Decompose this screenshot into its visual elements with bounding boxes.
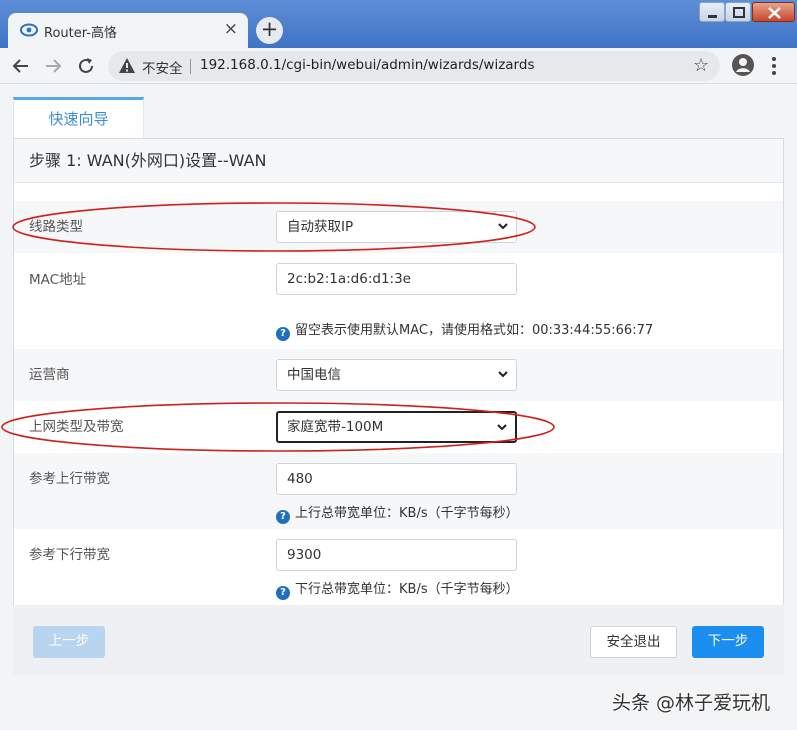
warning-icon	[119, 58, 135, 73]
isp-label: 运营商	[29, 367, 70, 383]
line-type-value: 自动获取IP	[287, 219, 354, 235]
watermark: 头条 @林子爱玩机	[612, 692, 771, 714]
star-icon[interactable]: ☆	[693, 55, 709, 76]
bandwidth-type-value: 家庭宽带-100M	[287, 419, 384, 435]
download-hint: ? 下行总带宽单位：KB/s（千字节每秒）	[276, 578, 519, 600]
safe-exit-button[interactable]: 安全退出	[590, 626, 677, 658]
next-step-button[interactable]: 下一步	[692, 626, 764, 658]
prev-step-button[interactable]: 上一步	[33, 626, 105, 658]
isp-row: 运营商 中国电信	[14, 349, 783, 401]
chevron-down-icon	[498, 223, 508, 230]
page-content: 快速向导 步骤 1: WAN(外网口)设置--WAN 线路类型 自动获取IP M…	[0, 84, 797, 730]
browser-tab[interactable]: Router-高恪 ×	[8, 13, 248, 48]
browser-titlebar: Router-高恪 × +	[0, 0, 797, 48]
download-hint-text: 下行总带宽单位：KB/s（千字节每秒）	[295, 582, 519, 597]
mac-label: MAC地址	[29, 272, 87, 288]
minimize-window-button[interactable]	[699, 2, 725, 22]
divider	[190, 59, 191, 74]
close-window-button[interactable]	[752, 2, 795, 22]
mac-value: 2c:b2:1a:d6:d1:3e	[287, 271, 411, 287]
browser-toolbar: 不安全 192.168.0.1/cgi-bin/webui/admin/wiza…	[0, 48, 797, 84]
help-icon: ?	[276, 327, 290, 341]
mac-input[interactable]: 2c:b2:1a:d6:d1:3e	[276, 263, 517, 295]
router-favicon	[20, 23, 38, 37]
download-value: 9300	[287, 547, 322, 563]
wizard-footer: 上一步 安全退出 下一步	[13, 605, 784, 675]
upload-hint-text: 上行总带宽单位：KB/s（千字节每秒）	[295, 506, 519, 521]
bandwidth-type-row: 上网类型及带宽 家庭宽带-100M	[14, 401, 783, 453]
help-icon: ?	[276, 586, 290, 600]
reload-icon[interactable]	[75, 55, 97, 77]
mac-row: MAC地址 2c:b2:1a:d6:d1:3e ? 留空表示使用默认MAC，请使用…	[14, 253, 783, 349]
chevron-down-icon	[498, 371, 508, 378]
back-arrow-icon[interactable]	[10, 55, 32, 77]
bandwidth-type-label: 上网类型及带宽	[29, 419, 124, 435]
close-icon[interactable]: ×	[224, 19, 238, 39]
upload-row: 参考上行带宽 480 ? 上行总带宽单位：KB/s（千字节每秒）	[14, 453, 783, 529]
download-label: 参考下行带宽	[29, 547, 110, 563]
mac-hint: ? 留空表示使用默认MAC，请使用格式如：00:33:44:55:66:77	[276, 319, 653, 341]
help-icon: ?	[276, 510, 290, 524]
security-status-label[interactable]: 不安全	[142, 57, 183, 77]
line-type-row: 线路类型 自动获取IP	[14, 201, 783, 253]
isp-value: 中国电信	[287, 367, 341, 383]
upload-value: 480	[287, 471, 313, 487]
wan-settings-panel: 步骤 1: WAN(外网口)设置--WAN 线路类型 自动获取IP MAC地址 …	[13, 138, 784, 605]
upload-hint: ? 上行总带宽单位：KB/s（千字节每秒）	[276, 502, 519, 524]
upload-label: 参考上行带宽	[29, 471, 110, 487]
tab-quick-wizard[interactable]: 快速向导	[13, 97, 144, 139]
isp-select[interactable]: 中国电信	[276, 359, 517, 391]
url-text[interactable]: 192.168.0.1/cgi-bin/webui/admin/wizards/…	[200, 57, 534, 73]
line-type-select[interactable]: 自动获取IP	[276, 211, 517, 243]
maximize-window-button[interactable]	[725, 2, 751, 22]
forward-arrow-icon[interactable]	[42, 55, 64, 77]
tab-title: Router-高恪	[44, 26, 117, 41]
address-bar[interactable]: 不安全 192.168.0.1/cgi-bin/webui/admin/wiza…	[108, 51, 720, 81]
plus-icon[interactable]: +	[256, 17, 283, 44]
account-icon[interactable]	[731, 53, 755, 77]
bandwidth-type-select[interactable]: 家庭宽带-100M	[276, 411, 517, 443]
mac-hint-text: 留空表示使用默认MAC，请使用格式如：00:33:44:55:66:77	[295, 323, 654, 338]
line-type-label: 线路类型	[29, 219, 83, 235]
step-title: 步骤 1: WAN(外网口)设置--WAN	[14, 139, 783, 183]
download-input[interactable]: 9300	[276, 539, 517, 571]
more-menu-icon[interactable]	[770, 54, 778, 78]
download-row: 参考下行带宽 9300 ? 下行总带宽单位：KB/s（千字节每秒）	[14, 529, 783, 605]
upload-input[interactable]: 480	[276, 463, 517, 495]
chevron-down-icon	[497, 424, 507, 431]
